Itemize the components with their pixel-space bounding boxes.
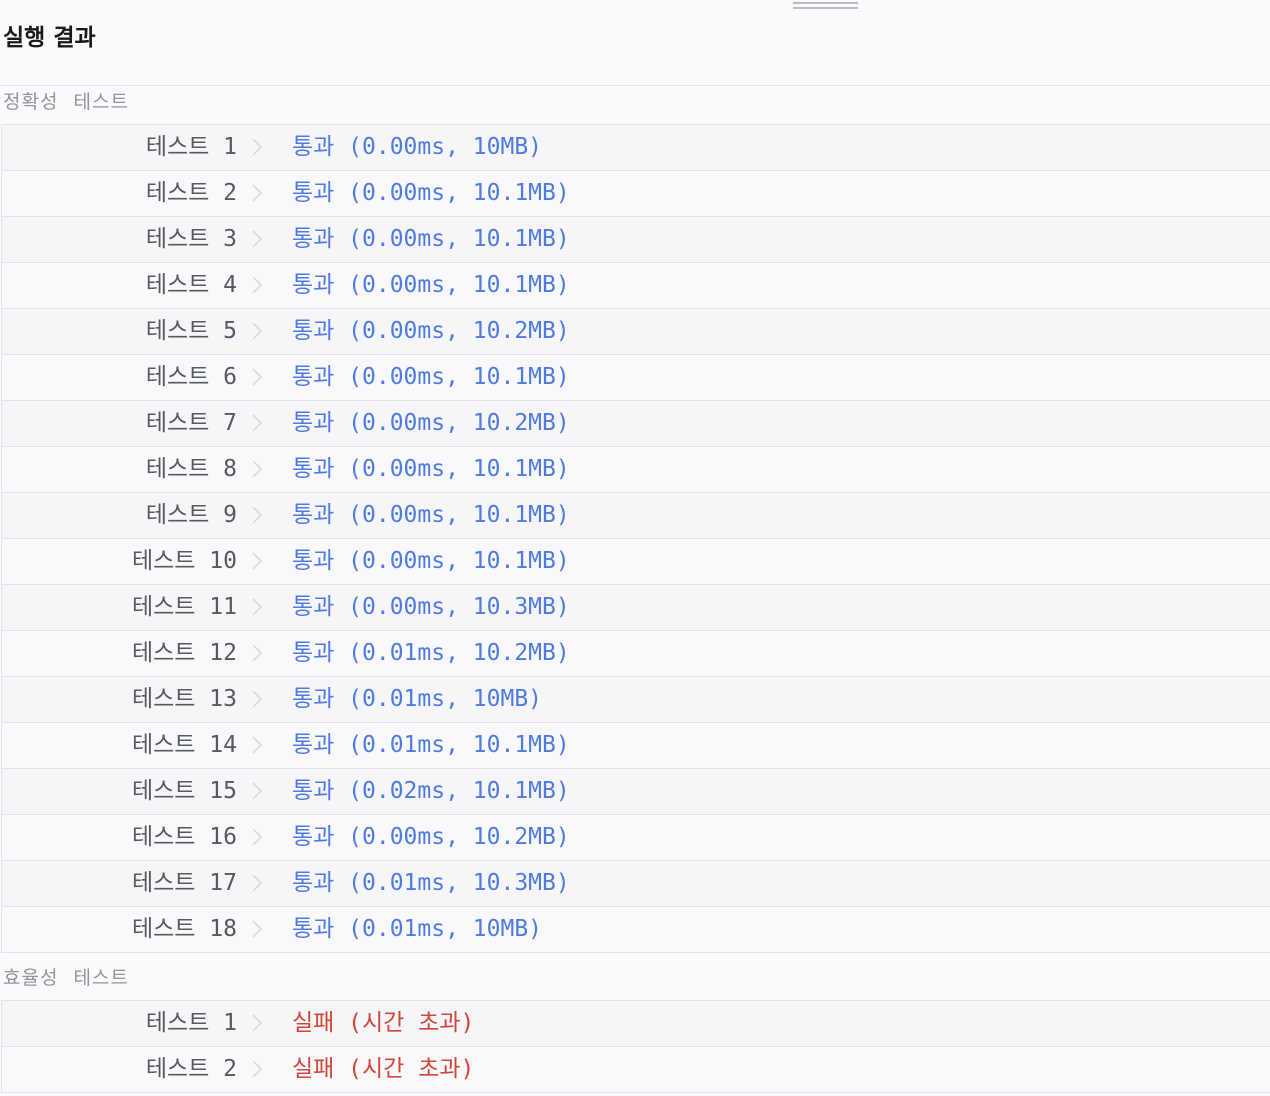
chevron-right-icon [252, 552, 263, 570]
drag-handle-icon[interactable] [793, 2, 858, 11]
chevron-right-icon [252, 506, 263, 524]
drag-handle-line [793, 7, 858, 9]
test-result-row[interactable]: 테스트 6 통과 (0.00ms, 10.1MB) [2, 355, 1270, 401]
test-result-row[interactable]: 테스트 5 통과 (0.00ms, 10.2MB) [2, 309, 1270, 355]
pass-result: 통과 (0.00ms, 10.3MB) [292, 594, 570, 620]
test-result-row[interactable]: 테스트 15 통과 (0.02ms, 10.1MB) [2, 769, 1270, 815]
chevron-right-icon [252, 230, 263, 248]
fail-result: 실패 (시간 초과) [292, 1010, 475, 1036]
test-name: 테스트 7 [145, 410, 237, 436]
pass-result: 통과 (0.00ms, 10.1MB) [292, 226, 570, 252]
pass-result: 통과 (0.00ms, 10.1MB) [292, 272, 570, 298]
chevron-right-icon [252, 782, 263, 800]
page-title: 실행 결과 [3, 25, 96, 51]
pass-result: 통과 (0.00ms, 10.2MB) [292, 410, 570, 436]
test-name: 테스트 8 [145, 456, 237, 482]
test-result-row[interactable]: 테스트 11 통과 (0.00ms, 10.3MB) [2, 585, 1270, 631]
pass-result: 통과 (0.02ms, 10.1MB) [292, 778, 570, 804]
test-name: 테스트 4 [145, 272, 237, 298]
pass-result: 통과 (0.00ms, 10MB) [292, 134, 543, 160]
test-name: 테스트 6 [145, 364, 237, 390]
chevron-right-icon [252, 414, 263, 432]
test-name: 테스트 1 [145, 134, 237, 160]
test-result-row[interactable]: 테스트 14 통과 (0.01ms, 10.1MB) [2, 723, 1270, 769]
pass-result: 통과 (0.01ms, 10.3MB) [292, 870, 570, 896]
test-name: 테스트 13 [131, 686, 237, 712]
test-name: 테스트 18 [131, 916, 237, 942]
test-name: 테스트 1 [145, 1010, 237, 1036]
drag-handle-line [793, 2, 858, 4]
pass-result: 통과 (0.01ms, 10MB) [292, 916, 543, 942]
chevron-right-icon [252, 644, 263, 662]
test-result-row[interactable]: 테스트 7 통과 (0.00ms, 10.2MB) [2, 401, 1270, 447]
chevron-right-icon [252, 920, 263, 938]
test-result-row[interactable]: 테스트 9 통과 (0.00ms, 10.1MB) [2, 493, 1270, 539]
chevron-right-icon [252, 460, 263, 478]
chevron-right-icon [252, 184, 263, 202]
test-name: 테스트 17 [131, 870, 237, 896]
pass-result: 통과 (0.00ms, 10.2MB) [292, 318, 570, 344]
test-name: 테스트 2 [145, 180, 237, 206]
test-name: 테스트 3 [145, 226, 237, 252]
test-result-row[interactable]: 테스트 3 통과 (0.00ms, 10.1MB) [2, 217, 1270, 263]
test-result-row[interactable]: 테스트 17 통과 (0.01ms, 10.3MB) [2, 861, 1270, 907]
chevron-right-icon [252, 598, 263, 616]
efficiency-results-table: 테스트 1 실패 (시간 초과) 테스트 2 실패 (시간 초과) [1, 1000, 1270, 1093]
chevron-right-icon [252, 1014, 263, 1032]
fail-result: 실패 (시간 초과) [292, 1056, 475, 1082]
test-name: 테스트 16 [131, 824, 237, 850]
test-result-row[interactable]: 테스트 10 통과 (0.00ms, 10.1MB) [2, 539, 1270, 585]
pass-result: 통과 (0.00ms, 10.1MB) [292, 502, 570, 528]
efficiency-section-label: 효율성 테스트 [3, 967, 129, 989]
chevron-right-icon [252, 276, 263, 294]
test-result-row[interactable]: 테스트 18 통과 (0.01ms, 10MB) [2, 907, 1270, 953]
chevron-right-icon [252, 368, 263, 386]
test-result-row[interactable]: 테스트 2 실패 (시간 초과) [2, 1047, 1270, 1093]
chevron-right-icon [252, 736, 263, 754]
test-name: 테스트 12 [131, 640, 237, 666]
chevron-right-icon [252, 690, 263, 708]
test-result-row[interactable]: 테스트 12 통과 (0.01ms, 10.2MB) [2, 631, 1270, 677]
test-result-row[interactable]: 테스트 1 통과 (0.00ms, 10MB) [2, 125, 1270, 171]
test-result-row[interactable]: 테스트 4 통과 (0.00ms, 10.1MB) [2, 263, 1270, 309]
chevron-right-icon [252, 322, 263, 340]
pass-result: 통과 (0.00ms, 10.1MB) [292, 456, 570, 482]
test-result-row[interactable]: 테스트 13 통과 (0.01ms, 10MB) [2, 677, 1270, 723]
chevron-right-icon [252, 138, 263, 156]
test-name: 테스트 9 [145, 502, 237, 528]
result-header: 실행 결과 [0, 0, 1270, 86]
chevron-right-icon [252, 828, 263, 846]
correctness-results-table: 테스트 1 통과 (0.00ms, 10MB) 테스트 2 통과 (0.00ms, 1… [1, 124, 1270, 953]
pass-result: 통과 (0.01ms, 10.2MB) [292, 640, 570, 666]
test-name: 테스트 11 [131, 594, 237, 620]
chevron-right-icon [252, 874, 263, 892]
execution-result-panel: 실행 결과 정확성 테스트 테스트 1 통과 (0.00ms, 10MB) 테스트 … [0, 0, 1270, 1096]
test-name: 테스트 14 [131, 732, 237, 758]
test-name: 테스트 5 [145, 318, 237, 344]
test-name: 테스트 10 [131, 548, 237, 574]
pass-result: 통과 (0.00ms, 10.1MB) [292, 180, 570, 206]
test-result-row[interactable]: 테스트 1 실패 (시간 초과) [2, 1001, 1270, 1047]
pass-result: 통과 (0.00ms, 10.1MB) [292, 364, 570, 390]
pass-result: 통과 (0.01ms, 10.1MB) [292, 732, 570, 758]
test-result-row[interactable]: 테스트 16 통과 (0.00ms, 10.2MB) [2, 815, 1270, 861]
pass-result: 통과 (0.00ms, 10.2MB) [292, 824, 570, 850]
test-name: 테스트 15 [131, 778, 237, 804]
chevron-right-icon [252, 1060, 263, 1078]
test-result-row[interactable]: 테스트 8 통과 (0.00ms, 10.1MB) [2, 447, 1270, 493]
pass-result: 통과 (0.00ms, 10.1MB) [292, 548, 570, 574]
correctness-section-label: 정확성 테스트 [3, 91, 129, 113]
pass-result: 통과 (0.01ms, 10MB) [292, 686, 543, 712]
test-name: 테스트 2 [145, 1056, 237, 1082]
test-result-row[interactable]: 테스트 2 통과 (0.00ms, 10.1MB) [2, 171, 1270, 217]
